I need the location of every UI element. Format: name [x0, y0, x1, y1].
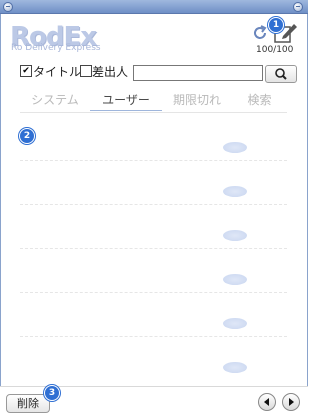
list-item[interactable] — [20, 160, 287, 205]
tab-user[interactable]: ユーザー — [90, 90, 162, 110]
item-placeholder — [223, 362, 247, 373]
tab-expired[interactable]: 期限切れ — [162, 90, 232, 110]
window-titlebar — [0, 0, 308, 14]
active-tab-indicator — [90, 110, 162, 111]
tab-bar: システム ユーザー 期限切れ 検索 — [20, 90, 287, 112]
list-item[interactable] — [20, 292, 287, 337]
next-arrow-icon — [289, 398, 294, 406]
search-button[interactable] — [265, 65, 297, 83]
item-placeholder — [223, 230, 247, 241]
badge-one: 1 — [268, 17, 284, 33]
badge-three: 3 — [44, 385, 60, 401]
next-page-button[interactable] — [282, 393, 300, 411]
delete-button[interactable]: 削除 — [6, 394, 50, 413]
sender-checkbox-label: 差出人 — [92, 65, 129, 79]
tab-divider — [20, 112, 287, 113]
title-checkbox[interactable]: ✔ — [20, 65, 32, 77]
list-item[interactable] — [20, 336, 287, 380]
search-input[interactable] — [133, 65, 263, 81]
search-icon — [275, 68, 287, 80]
prev-arrow-icon — [264, 398, 269, 406]
item-placeholder — [223, 142, 247, 153]
title-checkbox-label: タイトル — [33, 65, 82, 79]
list-item[interactable] — [20, 204, 287, 249]
item-placeholder — [223, 274, 247, 285]
item-placeholder — [223, 186, 247, 197]
item-placeholder — [223, 318, 247, 329]
tab-search[interactable]: 検索 — [232, 90, 287, 110]
sender-checkbox[interactable] — [80, 65, 92, 77]
minimize-icon[interactable] — [3, 2, 13, 12]
prev-page-button[interactable] — [258, 393, 276, 411]
app-tagline: Ro Delivery Express — [11, 43, 101, 53]
list-item[interactable] — [20, 116, 287, 161]
list-item[interactable] — [20, 248, 287, 293]
mail-count: 100/100 — [256, 45, 294, 55]
refresh-icon[interactable] — [250, 23, 270, 43]
close-icon[interactable] — [293, 2, 303, 12]
tab-system[interactable]: システム — [20, 90, 90, 110]
